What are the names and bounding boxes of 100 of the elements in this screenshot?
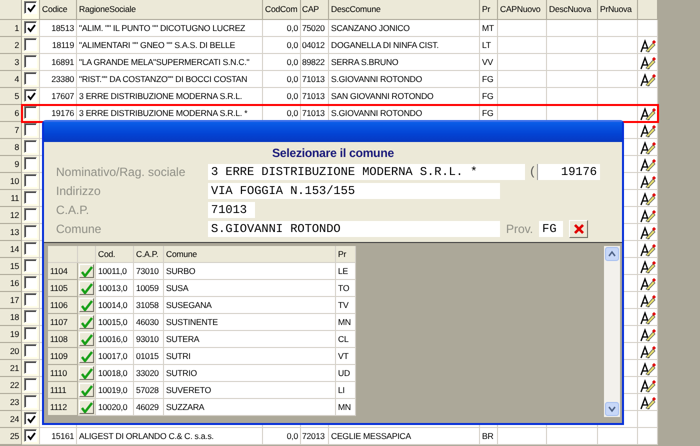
table-row[interactable]: 16891 "LA GRANDE MELA"SUPERMERCATI S.N.C." 0,0 89822 SERRA S.BRUNO VV — [22, 54, 658, 71]
column-header[interactable]: Pr — [336, 246, 356, 263]
row-number[interactable]: 1107 — [48, 314, 78, 331]
pencil-icon[interactable] — [640, 157, 656, 172]
checkbox[interactable] — [24, 327, 37, 340]
input-field[interactable]: 19176 — [537, 164, 600, 180]
checkbox[interactable] — [24, 310, 37, 323]
checkbox[interactable] — [24, 38, 37, 51]
checkbox[interactable] — [24, 55, 37, 68]
clear-button[interactable] — [569, 220, 588, 238]
pencil-icon[interactable] — [640, 293, 656, 308]
pencil-icon[interactable] — [640, 276, 656, 291]
checkbox[interactable] — [79, 400, 94, 414]
x-icon[interactable] — [574, 224, 584, 234]
checkbox[interactable] — [79, 349, 94, 363]
row-number[interactable]: 1109 — [48, 348, 78, 365]
column-header[interactable]: DescComune — [329, 0, 480, 20]
pencil-icon[interactable] — [640, 225, 656, 240]
checkbox[interactable] — [24, 259, 37, 272]
table-row[interactable]: 17607 3 ERRE DISTRIBUZIONE MODERNA S.R.L. 0,0 71013 SAN GIOVANNI ROTONDO FG — [22, 88, 658, 105]
input-field[interactable]: 3 ERRE DISTRIBUZIONE MODERNA S.R.L. * — [208, 164, 525, 180]
checkbox[interactable] — [24, 21, 37, 34]
checkbox[interactable] — [79, 264, 94, 278]
pencil-icon[interactable] — [640, 242, 656, 257]
checkbox[interactable] — [24, 225, 37, 238]
checkbox[interactable] — [24, 123, 37, 136]
column-header[interactable]: Comune — [164, 246, 336, 263]
input-field[interactable]: FG — [539, 220, 564, 236]
row-number[interactable]: 21 — [0, 360, 22, 377]
pencil-icon[interactable] — [640, 378, 656, 393]
pencil-icon[interactable] — [640, 191, 656, 206]
row-number[interactable]: 22 — [0, 377, 22, 394]
column-header[interactable]: CodCom — [263, 0, 301, 20]
row-number[interactable]: 8 — [0, 139, 22, 156]
checkbox[interactable] — [79, 298, 94, 312]
column-header[interactable]: Pr — [480, 0, 498, 20]
row-number[interactable]: 20 — [0, 343, 22, 360]
input-field[interactable]: S.GIOVANNI ROTONDO — [208, 220, 500, 236]
pencil-icon[interactable] — [640, 55, 656, 70]
checkbox[interactable] — [24, 378, 37, 391]
checkbox[interactable] — [24, 208, 37, 221]
checkbox[interactable] — [24, 89, 37, 102]
input-field[interactable]: 71013 — [208, 202, 255, 218]
row-number[interactable]: 1106 — [48, 297, 78, 314]
row-number[interactable]: 1110 — [48, 365, 78, 382]
row-number[interactable]: 24 — [0, 411, 22, 428]
row-number[interactable]: 1108 — [48, 331, 78, 348]
pencil-icon[interactable] — [640, 174, 656, 189]
table-row[interactable]: 18513 "ALIM. "" IL PUNTO "" DICOTUGNO LUCREZ 0,0 75020 SCANZANO JONICO MT — [22, 20, 658, 37]
row-number[interactable]: 25 — [0, 428, 22, 445]
column-header[interactable]: Codice — [40, 0, 77, 20]
pencil-icon[interactable] — [640, 72, 656, 87]
row-number[interactable]: 2 — [0, 37, 22, 54]
pencil-icon[interactable] — [640, 327, 656, 342]
checkbox[interactable] — [24, 106, 37, 119]
row-number[interactable]: 5 — [0, 88, 22, 105]
input-field[interactable]: VIA FOGGIA N.153/155 — [208, 182, 500, 198]
checkbox[interactable] — [79, 315, 94, 329]
row-number[interactable]: 16 — [0, 275, 22, 292]
row-number[interactable]: 15 — [0, 258, 22, 275]
row-number[interactable]: 9 — [0, 156, 22, 173]
column-header[interactable]: Cod. — [96, 246, 134, 263]
row-number[interactable]: 10 — [0, 173, 22, 190]
pencil-icon[interactable] — [640, 208, 656, 223]
pencil-icon[interactable] — [640, 106, 656, 121]
table-row[interactable]: 23380 "RIST."" DA COSTANZO"" DI BOCCI COSTAN 0,0 71013 S.GIOVANNI ROTONDO FG — [22, 71, 658, 88]
pencil-icon[interactable] — [640, 361, 656, 376]
row-number[interactable]: 17 — [0, 292, 22, 309]
row-number[interactable]: 1104 — [48, 263, 78, 280]
scroll-down-icon[interactable] — [605, 402, 619, 416]
column-header[interactable]: C.A.P. — [134, 246, 164, 263]
checkbox[interactable] — [24, 242, 37, 255]
checkbox[interactable] — [24, 191, 37, 204]
checkbox[interactable] — [24, 293, 37, 306]
column-header[interactable]: CAPNuovo — [498, 0, 547, 20]
row-number[interactable]: 19 — [0, 326, 22, 343]
row-number[interactable]: 7 — [0, 122, 22, 139]
pencil-icon[interactable] — [640, 38, 656, 53]
checkbox[interactable] — [79, 332, 94, 346]
table-row[interactable]: 18119 "ALIMENTARI "" GNEO "" S.A.S. DI BELLE 0,0 04012 DOGANELLA DI NINFA CIST. LT — [22, 37, 658, 54]
column-header[interactable]: CAP — [301, 0, 329, 20]
row-number[interactable]: 1 — [0, 20, 22, 37]
row-number[interactable]: 13 — [0, 224, 22, 241]
checkbox[interactable] — [24, 395, 37, 408]
row-number[interactable]: 14 — [0, 241, 22, 258]
row-number[interactable]: 1111 — [48, 382, 78, 399]
pencil-icon[interactable] — [640, 310, 656, 325]
pencil-icon[interactable] — [640, 259, 656, 274]
table-row[interactable]: 15161 ALIGEST DI ORLANDO C.& C. s.a.s. 0,0 72013 CEGLIE MESSAPICA BR — [22, 428, 658, 445]
checkbox[interactable] — [24, 361, 37, 374]
checkbox[interactable] — [79, 383, 94, 397]
pencil-icon[interactable] — [640, 344, 656, 359]
row-number[interactable]: 18 — [0, 309, 22, 326]
checkbox[interactable] — [24, 276, 37, 289]
row-number[interactable]: 4 — [0, 71, 22, 88]
checkbox[interactable] — [24, 344, 37, 357]
row-number[interactable]: 1112 — [48, 399, 78, 416]
row-number[interactable]: 1105 — [48, 280, 78, 297]
checkbox[interactable] — [79, 281, 94, 295]
pencil-icon[interactable] — [640, 123, 656, 138]
